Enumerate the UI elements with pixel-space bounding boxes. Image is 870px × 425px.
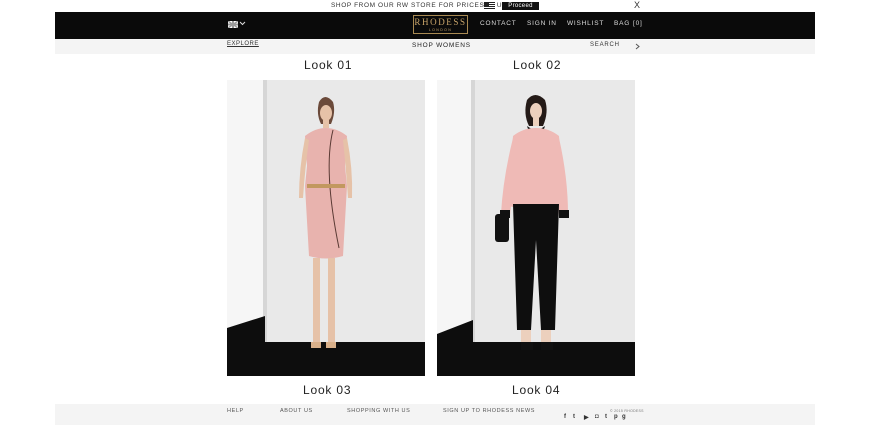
instagram-icon[interactable]: ◘	[595, 414, 599, 420]
logo-text: RHODESS	[414, 17, 467, 27]
explore-link[interactable]: EXPLORE	[227, 41, 259, 47]
nav-contact[interactable]: CONTACT	[480, 20, 517, 27]
pinterest-icon[interactable]: p	[614, 414, 618, 420]
bag-count[interactable]: [0]	[633, 20, 643, 27]
nav-wishlist[interactable]: WISHLIST	[567, 20, 604, 27]
look-02-title[interactable]: Look 02	[513, 58, 561, 72]
footer-about-link[interactable]: ABOUT US	[280, 408, 313, 414]
look-04-photo	[437, 80, 635, 376]
look-04-image[interactable]	[437, 80, 635, 376]
us-flag-icon	[484, 2, 495, 9]
look-03-title[interactable]: Look 03	[303, 383, 351, 397]
look-03-photo	[227, 80, 425, 376]
chevron-down-icon[interactable]	[239, 19, 246, 27]
google-plus-icon[interactable]: g	[622, 414, 626, 420]
nav-sign-in[interactable]: SIGN IN	[527, 20, 557, 27]
twitter-icon[interactable]: t	[573, 414, 575, 420]
copyright-text: © 2015 RHODESS	[610, 409, 644, 413]
logo-subtext: LONDON	[428, 28, 453, 32]
chevron-right-icon[interactable]	[635, 43, 640, 50]
look-03-image[interactable]	[227, 80, 425, 376]
currency-banner: SHOP FROM OUR RW STORE FOR PRICES IN USD…	[0, 0, 870, 12]
facebook-icon[interactable]: f	[564, 414, 566, 420]
look-01-title[interactable]: Look 01	[304, 58, 352, 72]
search-link[interactable]: SEARCH	[590, 42, 620, 48]
footer-newsletter-link[interactable]: SIGN UP TO RHODESS NEWS	[443, 408, 535, 414]
footer-help-link[interactable]: HELP	[227, 408, 244, 414]
nav-bag[interactable]: BAG	[614, 20, 630, 27]
look-04-title[interactable]: Look 04	[512, 383, 560, 397]
tumblr-icon[interactable]: t	[605, 414, 607, 420]
uk-flag-icon[interactable]	[228, 21, 238, 28]
footer: HELP ABOUT US SHOPPING WITH US SIGN UP T…	[55, 404, 815, 425]
rhodess-logo[interactable]: RHODESS LONDON	[413, 15, 468, 34]
proceed-button[interactable]: Proceed	[502, 2, 539, 10]
youtube-icon[interactable]: ▶	[584, 414, 589, 421]
sub-navigation: EXPLORE SHOP WOMENS SEARCH	[55, 39, 815, 54]
main-header: RHODESS LONDON CONTACT SIGN IN WISHLIST …	[55, 12, 815, 39]
footer-shopping-link[interactable]: SHOPPING WITH US	[347, 408, 410, 414]
shop-womens-link[interactable]: SHOP WOMENS	[412, 42, 471, 49]
close-banner-icon[interactable]: X	[634, 0, 640, 10]
